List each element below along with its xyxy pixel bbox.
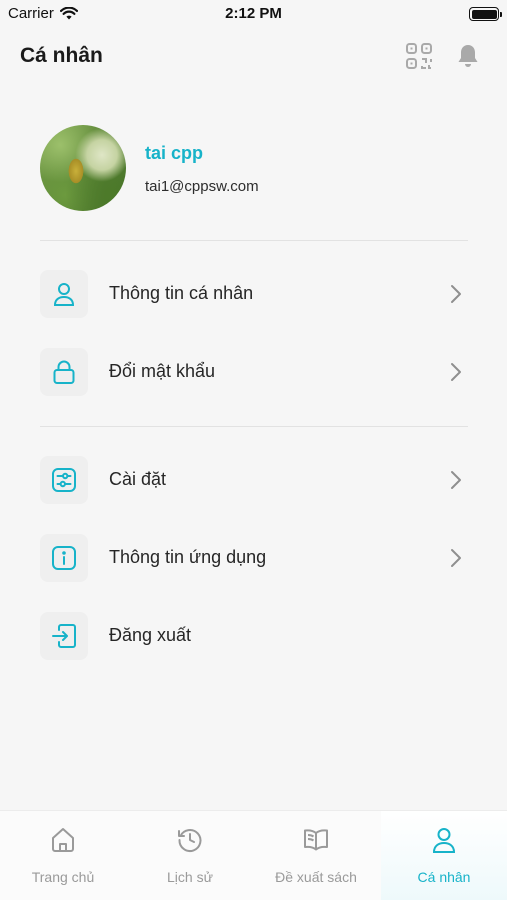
profile-name: tai cpp	[145, 143, 204, 163]
book-icon	[304, 829, 328, 851]
lock-icon	[53, 360, 75, 384]
tab-home[interactable]: Trang chủ	[0, 811, 126, 900]
home-icon	[52, 828, 74, 852]
battery-icon	[469, 7, 502, 21]
user-icon	[53, 283, 75, 306]
divider	[40, 240, 468, 241]
user-icon	[432, 828, 456, 853]
divider	[40, 426, 468, 427]
page-title: Cá nhân	[20, 44, 103, 67]
menu-icon-box	[40, 534, 88, 582]
menu-label: Đổi mật khẩu	[109, 361, 216, 381]
menu-item-change-password[interactable]: Đổi mật khẩu	[40, 348, 470, 398]
settings-sliders-icon	[52, 468, 76, 492]
tab-label: Trang chủ	[31, 869, 95, 885]
tab-profile[interactable]: Cá nhân	[381, 811, 507, 900]
menu-item-logout[interactable]: Đăng xuất	[40, 612, 470, 662]
menu-icon-box	[40, 456, 88, 504]
history-icon	[178, 829, 202, 852]
profile-card[interactable]: tai cpp tai1@cppsw.com	[40, 125, 470, 215]
chevron-right-icon	[446, 469, 466, 491]
menu-item-app-info[interactable]: Thông tin ứng dụng	[40, 534, 470, 584]
bell-icon	[458, 45, 478, 67]
menu-item-settings[interactable]: Cài đặt	[40, 456, 470, 506]
notifications-button[interactable]	[453, 41, 483, 71]
menu-label: Đăng xuất	[109, 625, 192, 645]
qr-code-icon	[406, 43, 432, 69]
avatar[interactable]	[40, 125, 126, 211]
tab-label: Cá nhân	[417, 869, 471, 885]
chevron-right-icon	[446, 547, 466, 569]
menu-icon-box	[40, 612, 88, 660]
bottom-tab-bar: Trang chủ Lịch sử Đề xuất sách Cá nhân	[0, 810, 507, 900]
chevron-right-icon	[446, 283, 466, 305]
tab-label: Lịch sử	[167, 869, 213, 885]
menu-icon-box	[40, 270, 88, 318]
menu-icon-box	[40, 348, 88, 396]
logout-icon	[52, 624, 76, 648]
chevron-right-icon	[446, 361, 466, 383]
status-bar: Carrier 2:12 PM	[0, 0, 507, 28]
menu-label: Thông tin cá nhân	[109, 283, 254, 303]
profile-email: tai1@cppsw.com	[145, 178, 259, 195]
header: Cá nhân	[0, 38, 507, 78]
tab-book-suggestions[interactable]: Đề xuất sách	[253, 811, 379, 900]
status-time: 2:12 PM	[225, 5, 282, 22]
menu-label: Cài đặt	[109, 469, 167, 489]
tab-history[interactable]: Lịch sử	[127, 811, 253, 900]
info-icon	[52, 546, 76, 570]
tab-label: Đề xuất sách	[275, 869, 357, 885]
qr-code-button[interactable]	[404, 41, 434, 71]
menu-label: Thông tin ứng dụng	[109, 547, 267, 567]
menu-item-personal-info[interactable]: Thông tin cá nhân	[40, 270, 470, 320]
